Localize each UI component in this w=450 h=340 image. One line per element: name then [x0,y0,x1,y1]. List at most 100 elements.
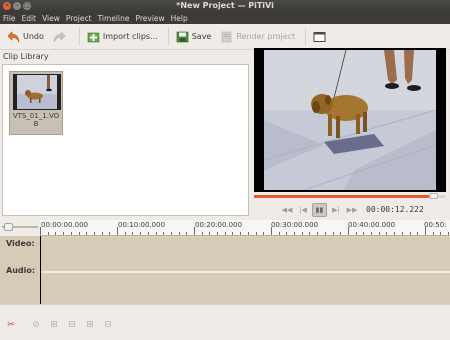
zoom-handle[interactable] [4,223,13,231]
ruler-tick [425,227,426,235]
ruler-tick [86,232,87,235]
goto-end-button[interactable]: ▶▶ [345,204,359,216]
rewind-button[interactable]: |◀ [296,204,310,216]
ruler-tick [194,227,195,235]
ruler-tick [156,232,157,235]
redo-button[interactable] [50,27,72,47]
fullscreen-button[interactable] [310,27,332,47]
playback-position-handle[interactable] [428,193,438,199]
ruler-tick [71,232,72,235]
unlink-button[interactable]: ⊘ [30,319,42,331]
forward-icon: ▶| [332,206,340,214]
menu-bar: File Edit View Project Timeline Preview … [0,12,450,24]
audio-track-label: Audio: [6,266,36,275]
ruler-tick [186,232,187,235]
ruler-tick [148,232,149,235]
ruler-tick [256,232,257,235]
title-bar: × – □ *New Project — PiTiVi [0,0,450,12]
playback-progress-fill [254,195,433,198]
ruler-tick [371,232,372,235]
pitivi-window: × – □ *New Project — PiTiVi File Edit Vi… [0,0,450,340]
redo-icon [53,30,66,42]
ruler-tick [225,232,226,235]
align-button[interactable]: ⊟ [102,319,114,331]
ruler-tick [79,232,80,235]
render-project-button[interactable]: Render project [217,27,298,47]
ruler-tick [410,232,411,235]
menu-preview[interactable]: Preview [135,14,164,23]
timeline-ruler[interactable]: 00:00:00.000 00:10:00.000 00:20:00.000 0… [40,220,450,236]
ruler-tick [171,232,172,235]
ruler-tick [386,232,387,235]
toolbar-separator [78,27,80,46]
menu-file[interactable]: File [3,14,16,23]
align-icon: ⊟ [104,320,112,330]
menu-view[interactable]: View [42,14,60,23]
ruler-label: 00:50: [424,221,447,229]
ruler-tick [333,232,334,235]
track-divider [40,271,450,273]
ruler-tick [433,232,434,235]
menu-edit[interactable]: Edit [22,14,37,23]
clip-thumbnail [13,74,61,110]
clip-item[interactable]: VTS_01_1.VOB [9,71,63,135]
play-pause-button[interactable]: ▮▮ [312,203,327,217]
ruler-tick [232,232,233,235]
goto-end-icon: ▶▶ [346,206,358,214]
forward-button[interactable]: ▶| [329,204,343,216]
play-pause-icon: ▮▮ [315,206,324,214]
undo-icon [7,30,20,42]
playback-progress-bar[interactable] [254,193,446,199]
timecode-display: 00:00:12.222 [366,205,424,214]
ruler-label: 00:40:00.000 [348,221,396,229]
ruler-tick [417,232,418,235]
import-clips-icon [87,32,100,42]
video-track-label: Video: [6,239,35,248]
ruler-tick [202,232,203,235]
ruler-tick [248,232,249,235]
ruler-tick [317,232,318,235]
import-clips-button[interactable]: Import clips... [84,27,161,47]
ruler-tick [179,232,180,235]
ruler-tick [363,232,364,235]
save-button[interactable]: Save [173,27,215,47]
transport-controls: ◀◀ |◀ ▮▮ ▶| ▶▶ [280,203,361,217]
ruler-tick [55,232,56,235]
ruler-tick [309,232,310,235]
ruler-tick [109,232,110,235]
ruler-label: 00:00:00.000 [41,221,89,229]
video-frame [264,50,436,190]
group-button[interactable]: ⊞ [84,319,96,331]
link-button[interactable]: ⊞ [48,319,60,331]
delete-clip-button[interactable]: ✂ [5,319,17,331]
timeline-tracks[interactable] [40,236,450,304]
ungroup-icon: ⊟ [68,320,76,330]
ruler-tick [209,232,210,235]
ruler-tick [348,227,349,235]
timeline-zoom-slider[interactable] [2,223,38,231]
window-title: *New Project — PiTiVi [176,1,274,10]
import-clips-label: Import clips... [102,32,158,41]
ruler-label: 00:10:00.000 [118,221,166,229]
clip-library[interactable]: VTS_01_1.VOB [2,64,249,216]
ruler-tick [340,232,341,235]
menu-help[interactable]: Help [171,14,188,23]
clip-library-label: Clip Library [3,52,49,61]
timeline-toolbar: ✂ ⊘ ⊞ ⊟ ⊞ ⊟ [0,304,450,340]
main-toolbar: Undo Import clips... Save Render project [0,24,450,50]
ruler-tick [140,232,141,235]
ruler-tick [302,232,303,235]
timeline-playhead[interactable] [40,236,41,304]
ruler-label: 00:30:00.000 [271,221,319,229]
goto-start-button[interactable]: ◀◀ [280,204,294,216]
clip-name: VTS_01_1.VOB [12,112,60,128]
undo-button[interactable]: Undo [4,27,47,47]
ungroup-button[interactable]: ⊟ [66,319,78,331]
ruler-tick [102,232,103,235]
menu-timeline[interactable]: Timeline [98,14,130,23]
menu-project[interactable]: Project [66,14,92,23]
ruler-tick [286,232,287,235]
ruler-tick [356,232,357,235]
goto-start-icon: ◀◀ [281,206,293,214]
ruler-tick [379,232,380,235]
